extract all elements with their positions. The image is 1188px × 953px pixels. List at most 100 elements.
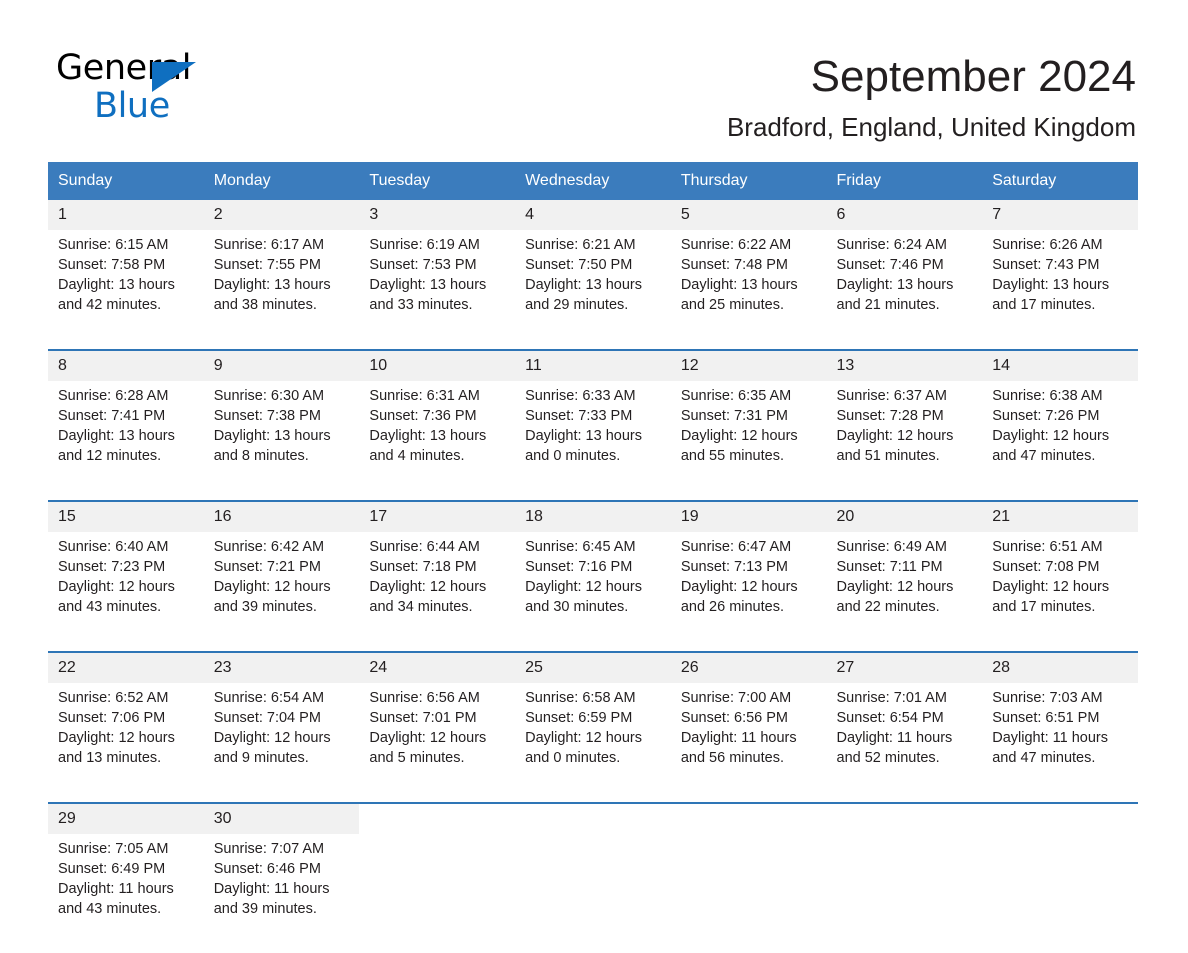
day-number[interactable]: 17	[359, 500, 516, 532]
daylight-text-line2: and 42 minutes.	[58, 297, 162, 313]
day-cell[interactable]: Sunrise: 6:17 AM Sunset: 7:55 PM Dayligh…	[203, 230, 360, 350]
sunrise-text: Sunrise: 6:15 AM	[58, 237, 169, 253]
day-cell[interactable]: Sunrise: 6:33 AM Sunset: 7:33 PM Dayligh…	[515, 381, 671, 501]
day-cell[interactable]: Sunrise: 6:35 AM Sunset: 7:31 PM Dayligh…	[670, 381, 827, 501]
day-cell[interactable]: Sunrise: 6:49 AM Sunset: 7:11 PM Dayligh…	[826, 532, 983, 652]
day-number[interactable]: 18	[515, 500, 671, 532]
day-number[interactable]: 14	[982, 349, 1138, 381]
empty-day-cell	[515, 802, 671, 834]
day-number[interactable]: 1	[48, 200, 204, 230]
daylight-text-line2: and 8 minutes.	[213, 448, 309, 464]
sunset-text: Sunset: 7:18 PM	[369, 559, 477, 575]
day-number[interactable]: 23	[203, 651, 360, 683]
day-cell[interactable]: Sunrise: 6:47 AM Sunset: 7:13 PM Dayligh…	[670, 532, 827, 652]
day-number[interactable]: 27	[826, 651, 983, 683]
sunrise-text: Sunrise: 6:24 AM	[836, 237, 947, 253]
day-number[interactable]: 4	[515, 200, 671, 230]
sunrise-text: Sunrise: 6:17 AM	[213, 237, 325, 253]
day-number[interactable]: 21	[982, 500, 1138, 532]
day-number[interactable]: 20	[826, 500, 983, 532]
day-cell[interactable]: Sunrise: 6:45 AM Sunset: 7:16 PM Dayligh…	[515, 532, 671, 652]
sunrise-text: Sunrise: 6:31 AM	[369, 388, 480, 404]
day-number[interactable]: 15	[48, 500, 204, 532]
day-number[interactable]: 30	[203, 802, 360, 834]
day-cell[interactable]: Sunrise: 7:03 AM Sunset: 6:51 PM Dayligh…	[982, 683, 1138, 803]
day-cell[interactable]: Sunrise: 6:54 AM Sunset: 7:04 PM Dayligh…	[203, 683, 360, 803]
daylight-text-line2: and 34 minutes.	[369, 599, 473, 615]
day-cell[interactable]: Sunrise: 6:37 AM Sunset: 7:28 PM Dayligh…	[826, 381, 983, 501]
day-number[interactable]: 12	[670, 349, 827, 381]
day-number[interactable]: 3	[359, 200, 516, 230]
empty-day-cell	[826, 802, 983, 834]
daylight-text-line2: and 43 minutes.	[58, 901, 162, 917]
daylight-text-line2: and 47 minutes.	[992, 448, 1096, 464]
title-block: September 2024 Bradford, England, United…	[727, 48, 1136, 144]
daylight-text-line1: Daylight: 11 hours	[992, 730, 1109, 746]
day-number[interactable]: 5	[670, 200, 827, 230]
generalblue-logo[interactable]: General Blue	[56, 48, 216, 126]
daylight-text-line2: and 55 minutes.	[680, 448, 784, 464]
sunset-text: Sunset: 7:31 PM	[680, 408, 789, 424]
sunrise-text: Sunrise: 7:01 AM	[836, 690, 947, 706]
day-cell[interactable]: Sunrise: 7:05 AM Sunset: 6:49 PM Dayligh…	[48, 834, 204, 953]
day-number[interactable]: 9	[203, 349, 360, 381]
day-number[interactable]: 8	[48, 349, 204, 381]
sunset-text: Sunset: 7:01 PM	[369, 710, 477, 726]
sunrise-text: Sunrise: 6:28 AM	[58, 388, 169, 404]
week-4-daynumbers: 22 23 24 25 26 27 28	[48, 651, 1138, 683]
day-number[interactable]: 13	[826, 349, 983, 381]
week-5-details: Sunrise: 7:05 AM Sunset: 6:49 PM Dayligh…	[48, 834, 1138, 953]
day-number[interactable]: 28	[982, 651, 1138, 683]
day-number[interactable]: 7	[982, 200, 1138, 230]
day-cell[interactable]: Sunrise: 6:19 AM Sunset: 7:53 PM Dayligh…	[359, 230, 516, 350]
day-number[interactable]: 6	[826, 200, 983, 230]
daylight-text-line2: and 26 minutes.	[680, 599, 784, 615]
day-cell[interactable]: Sunrise: 6:21 AM Sunset: 7:50 PM Dayligh…	[515, 230, 671, 350]
day-number[interactable]: 26	[670, 651, 827, 683]
sunrise-text: Sunrise: 6:40 AM	[58, 539, 169, 555]
day-cell[interactable]: Sunrise: 6:28 AM Sunset: 7:41 PM Dayligh…	[48, 381, 204, 501]
day-cell[interactable]: Sunrise: 6:51 AM Sunset: 7:08 PM Dayligh…	[982, 532, 1138, 652]
day-cell[interactable]: Sunrise: 7:07 AM Sunset: 6:46 PM Dayligh…	[203, 834, 360, 953]
sunrise-text: Sunrise: 7:00 AM	[680, 690, 792, 706]
day-number[interactable]: 22	[48, 651, 204, 683]
daylight-text-line2: and 17 minutes.	[992, 599, 1096, 615]
daylight-text-line1: Daylight: 13 hours	[369, 428, 487, 444]
daylight-text-line1: Daylight: 12 hours	[992, 579, 1110, 595]
sunset-text: Sunset: 6:51 PM	[992, 710, 1100, 726]
day-cell[interactable]: Sunrise: 6:26 AM Sunset: 7:43 PM Dayligh…	[982, 230, 1138, 350]
day-cell[interactable]: Sunrise: 7:00 AM Sunset: 6:56 PM Dayligh…	[670, 683, 827, 803]
empty-day-cell	[982, 802, 1138, 834]
day-cell[interactable]: Sunrise: 6:31 AM Sunset: 7:36 PM Dayligh…	[359, 381, 516, 501]
daylight-text-line1: Daylight: 12 hours	[680, 428, 798, 444]
daylight-text-line2: and 56 minutes.	[680, 750, 784, 766]
sunrise-text: Sunrise: 6:38 AM	[992, 388, 1103, 404]
day-cell[interactable]: Sunrise: 6:52 AM Sunset: 7:06 PM Dayligh…	[48, 683, 204, 803]
day-cell[interactable]: Sunrise: 6:22 AM Sunset: 7:48 PM Dayligh…	[670, 230, 827, 350]
day-cell[interactable]: Sunrise: 7:01 AM Sunset: 6:54 PM Dayligh…	[826, 683, 983, 803]
day-cell[interactable]: Sunrise: 6:56 AM Sunset: 7:01 PM Dayligh…	[359, 683, 516, 803]
day-cell[interactable]: Sunrise: 6:40 AM Sunset: 7:23 PM Dayligh…	[48, 532, 204, 652]
empty-day-cell	[982, 834, 1138, 953]
day-cell[interactable]: Sunrise: 6:44 AM Sunset: 7:18 PM Dayligh…	[359, 532, 516, 652]
daylight-text-line2: and 47 minutes.	[992, 750, 1096, 766]
day-cell[interactable]: Sunrise: 6:38 AM Sunset: 7:26 PM Dayligh…	[982, 381, 1138, 501]
day-cell[interactable]: Sunrise: 6:24 AM Sunset: 7:46 PM Dayligh…	[826, 230, 983, 350]
week-2-daynumbers: 8 9 10 11 12 13 14	[48, 349, 1138, 381]
sunset-text: Sunset: 6:54 PM	[836, 710, 944, 726]
day-number[interactable]: 16	[203, 500, 360, 532]
day-number[interactable]: 11	[515, 349, 671, 381]
day-cell[interactable]: Sunrise: 6:15 AM Sunset: 7:58 PM Dayligh…	[48, 230, 204, 350]
day-number[interactable]: 29	[48, 802, 204, 834]
day-number[interactable]: 25	[515, 651, 671, 683]
day-number[interactable]: 10	[359, 349, 516, 381]
day-cell[interactable]: Sunrise: 6:30 AM Sunset: 7:38 PM Dayligh…	[203, 381, 360, 501]
day-cell[interactable]: Sunrise: 6:42 AM Sunset: 7:21 PM Dayligh…	[203, 532, 360, 652]
day-number[interactable]: 2	[203, 200, 360, 230]
sunset-text: Sunset: 7:11 PM	[836, 559, 943, 575]
sunset-text: Sunset: 7:23 PM	[58, 559, 166, 575]
day-cell[interactable]: Sunrise: 6:58 AM Sunset: 6:59 PM Dayligh…	[515, 683, 671, 803]
day-number[interactable]: 24	[359, 651, 516, 683]
empty-day-cell	[826, 834, 983, 953]
day-number[interactable]: 19	[670, 500, 827, 532]
